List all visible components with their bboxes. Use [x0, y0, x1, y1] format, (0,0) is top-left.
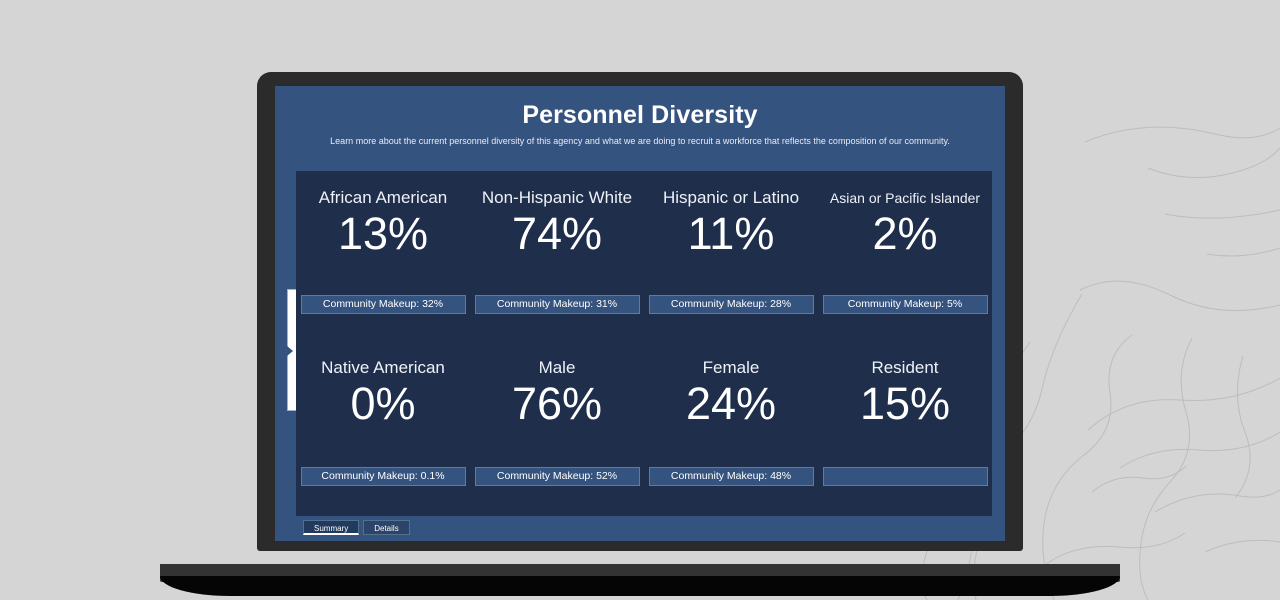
- stat-label: Non-Hispanic White: [481, 188, 633, 207]
- stat-label: Native American: [321, 358, 445, 377]
- makeup-slot: Community Makeup: 48%: [644, 467, 818, 486]
- stat-label: Resident: [871, 358, 939, 377]
- stat-value: 13%: [337, 208, 429, 259]
- makeup-slot: Community Makeup: 28%: [644, 295, 818, 314]
- screenshot-canvas: Personnel Diversity Learn more about the…: [0, 0, 1280, 600]
- stat-card-african-american[interactable]: African American 13%: [296, 179, 470, 261]
- stat-value: 76%: [511, 378, 603, 429]
- community-makeup-chip[interactable]: Community Makeup: 28%: [648, 295, 814, 314]
- stat-value: 0%: [350, 378, 416, 429]
- stat-card-hispanic-or-latino[interactable]: Hispanic or Latino 11%: [644, 179, 818, 261]
- stat-card-native-american[interactable]: Native American 0%: [296, 349, 470, 431]
- makeup-slot: Community Makeup: 5%: [818, 295, 992, 314]
- makeup-slot: Community Makeup: 31%: [470, 295, 644, 314]
- page-subtitle: Learn more about the current personnel d…: [330, 136, 950, 146]
- makeup-slot: [818, 467, 992, 486]
- app-header: Personnel Diversity Learn more about the…: [275, 86, 1005, 158]
- community-makeup-chip[interactable]: Community Makeup: 48%: [648, 467, 814, 486]
- stat-label: Hispanic or Latino: [662, 188, 800, 207]
- stat-card-non-hispanic-white[interactable]: Non-Hispanic White 74%: [470, 179, 644, 261]
- tab-details[interactable]: Details: [363, 520, 410, 535]
- stat-label: Female: [702, 358, 760, 377]
- makeup-slot: Community Makeup: 52%: [470, 467, 644, 486]
- dashboard-panel: African American 13% Non-Hispanic White …: [296, 171, 992, 516]
- page-title: Personnel Diversity: [522, 101, 758, 129]
- community-makeup-chip[interactable]: Community Makeup: 52%: [474, 467, 640, 486]
- makeup-slot: Community Makeup: 0.1%: [296, 467, 470, 486]
- tab-bar: Summary Details: [303, 520, 410, 535]
- makeup-slot: Community Makeup: 32%: [296, 295, 470, 314]
- stat-label: African American: [318, 188, 448, 207]
- stat-card-resident[interactable]: Resident 15%: [818, 349, 992, 431]
- stat-label: Asian or Pacific Islander: [829, 190, 981, 206]
- community-makeup-chip[interactable]: [822, 467, 988, 486]
- stat-row-2: Native American 0% Male 76% Female 24% R…: [296, 349, 992, 431]
- stat-value: 2%: [872, 208, 938, 259]
- community-makeup-chip[interactable]: Community Makeup: 5%: [822, 295, 988, 314]
- app-screen: Personnel Diversity Learn more about the…: [275, 86, 1005, 541]
- stat-row-1: African American 13% Non-Hispanic White …: [296, 179, 992, 261]
- stat-value: 74%: [511, 208, 603, 259]
- tab-summary[interactable]: Summary: [303, 520, 360, 535]
- chevron-right-icon[interactable]: [287, 346, 293, 356]
- community-makeup-chip[interactable]: Community Makeup: 32%: [300, 295, 466, 314]
- stat-value: 15%: [859, 378, 951, 429]
- community-makeup-chip[interactable]: Community Makeup: 0.1%: [300, 467, 466, 486]
- stat-value: 11%: [687, 208, 775, 259]
- community-makeup-chip[interactable]: Community Makeup: 31%: [474, 295, 640, 314]
- stat-card-male[interactable]: Male 76%: [470, 349, 644, 431]
- stat-card-female[interactable]: Female 24%: [644, 349, 818, 431]
- stat-card-asian-or-pacific-islander[interactable]: Asian or Pacific Islander 2%: [818, 179, 992, 261]
- stat-label: Male: [538, 358, 576, 377]
- makeup-row-2: Community Makeup: 0.1% Community Makeup:…: [296, 467, 992, 486]
- laptop-foot: [160, 576, 1120, 596]
- makeup-row-1: Community Makeup: 32% Community Makeup: …: [296, 295, 992, 314]
- stat-value: 24%: [685, 378, 777, 429]
